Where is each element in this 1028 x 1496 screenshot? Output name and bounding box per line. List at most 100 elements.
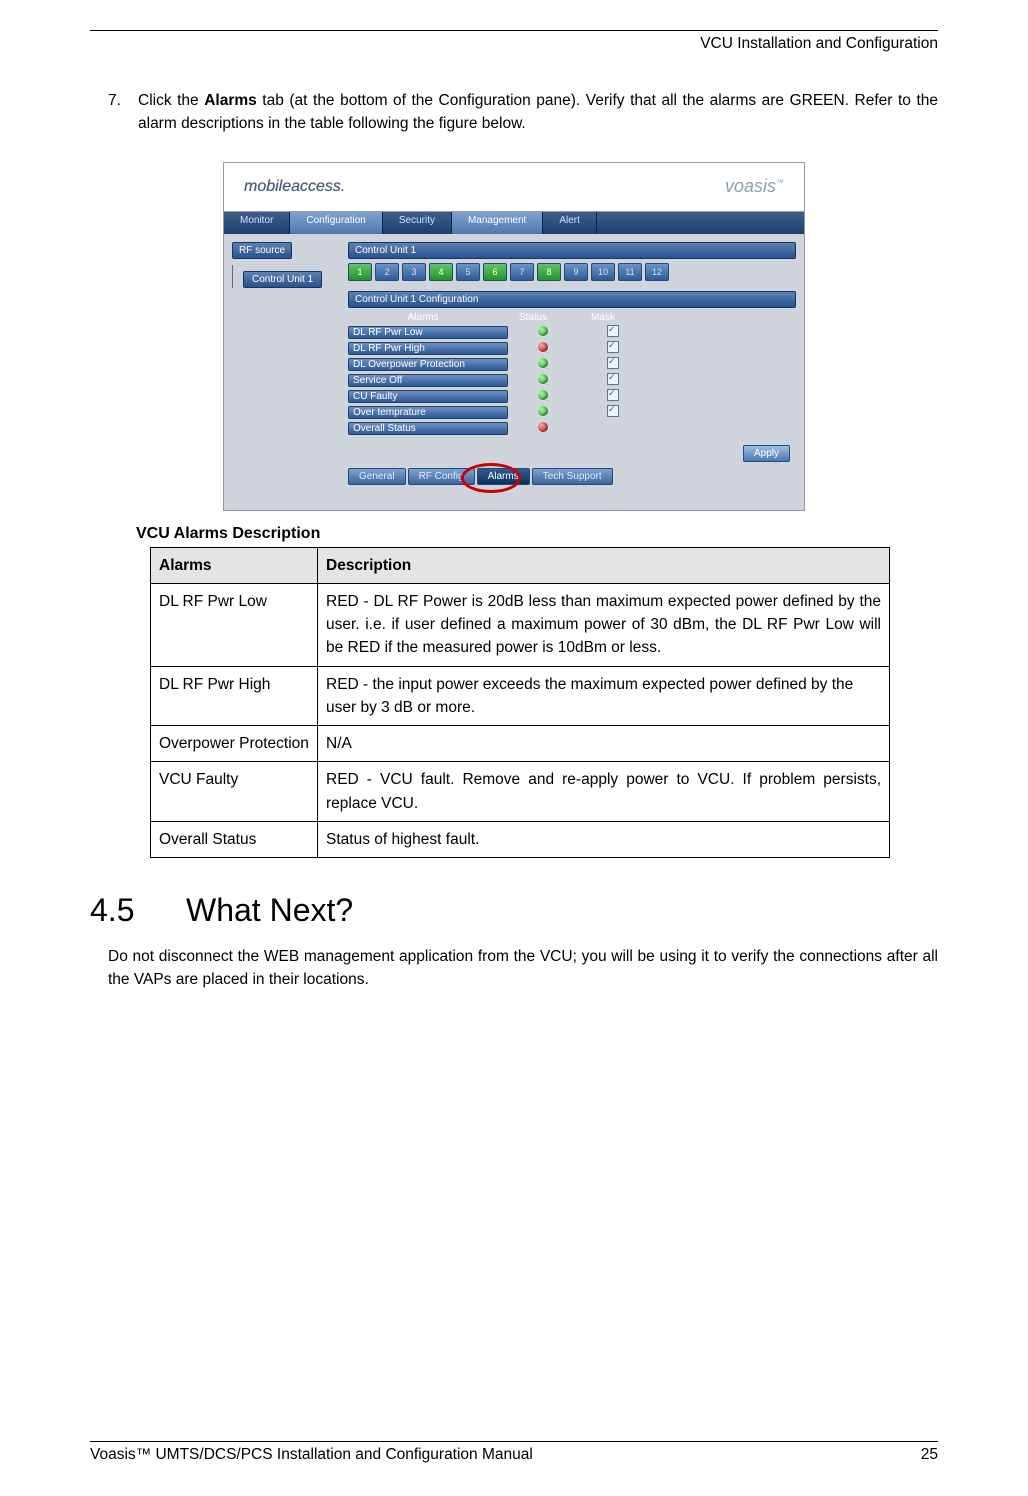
footer-left: Voasis™ UMTS/DCS/PCS Installation and Co… [90,1446,533,1464]
mask-checkbox[interactable] [607,373,619,385]
screenshot-figure: mobileaccess. voasis™ Monitor Configurat… [223,162,805,511]
col-head-status: Status [498,312,568,323]
status-dot-red [538,422,548,432]
mask-checkbox[interactable] [607,325,619,337]
unit-chip-10[interactable]: 10 [591,263,615,281]
th-description: Description [318,547,890,583]
cell-description: RED - DL RF Power is 20dB less than maxi… [318,583,890,666]
unit-chip-5[interactable]: 5 [456,263,480,281]
mask-cell [578,389,648,404]
status-cell [508,406,578,419]
unit-chip-4[interactable]: 4 [429,263,453,281]
step-text-pre: Click the [138,92,204,109]
unit-chip-8[interactable]: 8 [537,263,561,281]
mask-cell [578,405,648,420]
status-cell [508,422,578,435]
tab-monitor[interactable]: Monitor [224,212,290,234]
tab-configuration[interactable]: Configuration [290,212,382,234]
table-row: DL RF Pwr LowRED - DL RF Power is 20dB l… [151,583,890,666]
alarm-row: CU Faulty [348,389,796,405]
mask-cell [578,325,648,340]
status-cell [508,342,578,355]
table-row: Overall StatusStatus of highest fault. [151,821,890,857]
sidebar-rf-source: RF source [232,242,292,259]
tab-security[interactable]: Security [383,212,452,234]
alarm-name: Over temprature [348,406,508,419]
vcu-alarms-table: Alarms Description DL RF Pwr LowRED - DL… [150,547,890,859]
alarm-row: Over temprature [348,405,796,421]
table-row: DL RF Pwr HighRED - the input power exce… [151,666,890,726]
section-body: Do not disconnect the WEB management app… [108,945,938,992]
unit-chip-11[interactable]: 11 [618,263,642,281]
mask-checkbox[interactable] [607,357,619,369]
page-header-title: VCU Installation and Configuration [90,35,938,53]
cell-alarm: Overpower Protection [151,726,318,762]
sidebar-control-unit[interactable]: Control Unit 1 [243,271,322,288]
btab-rf-config[interactable]: RF Config [408,468,475,485]
status-cell [508,358,578,371]
cell-alarm: VCU Faulty [151,762,318,822]
cell-description: RED - VCU fault. Remove and re-apply pow… [318,762,890,822]
unit-chip-2[interactable]: 2 [375,263,399,281]
mask-checkbox[interactable] [607,341,619,353]
alarm-row: Service Off [348,373,796,389]
step-number: 7. [108,89,138,136]
alarm-name: Overall Status [348,422,508,435]
status-dot-green [538,326,548,336]
alarm-row: DL RF Pwr Low [348,325,796,341]
status-dot-green [538,390,548,400]
btab-alarms[interactable]: Alarms [477,468,530,485]
status-dot-green [538,374,548,384]
nav-tabs: Monitor Configuration Security Managemen… [224,212,804,234]
table-row: VCU FaultyRED - VCU fault. Remove and re… [151,762,890,822]
tab-management[interactable]: Management [452,212,543,234]
column-headers: Alarms Status Mask [348,312,796,323]
alarm-name: Service Off [348,374,508,387]
unit-chip-7[interactable]: 7 [510,263,534,281]
table-row: Overpower ProtectionN/A [151,726,890,762]
step-text-post: tab (at the bottom of the Configuration … [138,92,938,132]
unit-chip-row: 123456789101112 [348,263,796,281]
alarm-row: DL RF Pwr High [348,341,796,357]
status-cell [508,326,578,339]
tab-alert[interactable]: Alert [543,212,597,234]
btab-tech-support[interactable]: Tech Support [532,468,613,485]
status-cell [508,390,578,403]
section-heading: 4.5What Next? [90,892,938,929]
unit-chip-9[interactable]: 9 [564,263,588,281]
th-alarms: Alarms [151,547,318,583]
section-number: 4.5 [90,892,186,929]
alarm-row: DL Overpower Protection [348,357,796,373]
cell-description: Status of highest fault. [318,821,890,857]
table-title: VCU Alarms Description [136,525,938,543]
mask-cell [578,341,648,356]
mask-cell [578,373,648,388]
mask-cell [578,357,648,372]
col-head-alarms: Alarms [348,312,498,323]
btab-general[interactable]: General [348,468,406,485]
cell-alarm: DL RF Pwr Low [151,583,318,666]
footer-page-number: 25 [921,1446,938,1464]
unit-chip-6[interactable]: 6 [483,263,507,281]
alarm-name: DL RF Pwr Low [348,326,508,339]
unit-chip-1[interactable]: 1 [348,263,372,281]
status-dot-red [538,342,548,352]
unit-chip-3[interactable]: 3 [402,263,426,281]
brand-mobileaccess: mobileaccess. [244,178,345,196]
status-dot-green [538,406,548,416]
alarm-name: CU Faulty [348,390,508,403]
panel-title-configuration: Control Unit 1 Configuration [348,291,796,308]
unit-chip-12[interactable]: 12 [645,263,669,281]
step-text-bold: Alarms [204,92,257,109]
alarm-name: DL Overpower Protection [348,358,508,371]
step-body: Click the Alarms tab (at the bottom of t… [138,89,938,136]
col-head-mask: Mask [568,312,638,323]
status-dot-green [538,358,548,368]
status-cell [508,374,578,387]
mask-checkbox[interactable] [607,405,619,417]
apply-button[interactable]: Apply [743,445,790,462]
brand-voasis: voasis™ [725,176,784,197]
panel-title-control-unit: Control Unit 1 [348,242,796,259]
alarm-name: DL RF Pwr High [348,342,508,355]
mask-checkbox[interactable] [607,389,619,401]
